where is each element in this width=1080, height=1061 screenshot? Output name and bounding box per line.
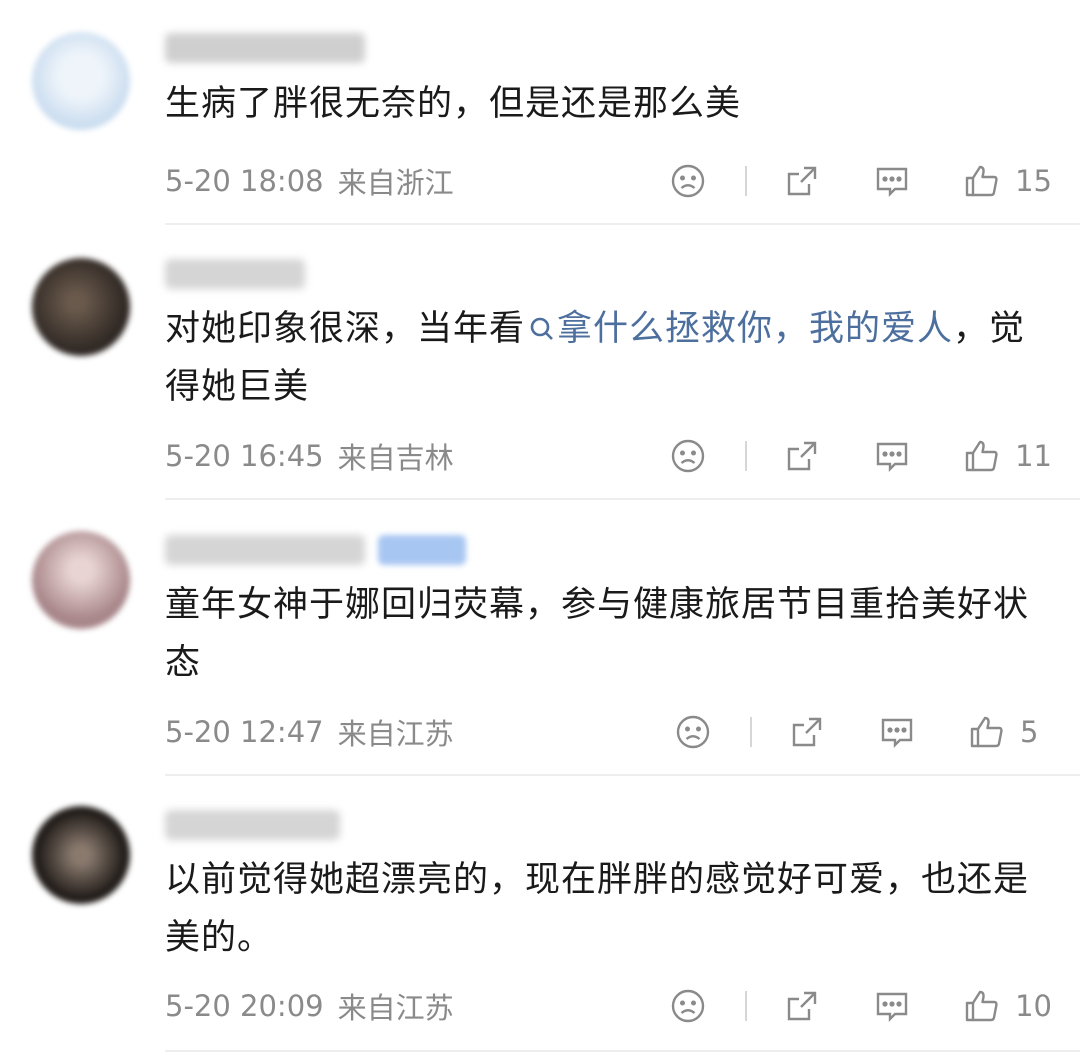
- username-blurred[interactable]: [165, 810, 340, 840]
- username-blurred[interactable]: [165, 535, 365, 565]
- sad-face-icon[interactable]: [669, 987, 707, 1025]
- avatar[interactable]: [32, 806, 130, 904]
- comment-icon[interactable]: [878, 713, 916, 751]
- sad-face-icon[interactable]: [669, 162, 707, 200]
- share-icon[interactable]: [783, 162, 821, 200]
- divider: [165, 1050, 1080, 1052]
- comment-location: 来自江苏: [337, 991, 454, 1025]
- action-divider: [745, 991, 748, 1021]
- like-count: 10: [1015, 989, 1052, 1023]
- like-count: 11: [1015, 439, 1052, 473]
- action-divider: [750, 717, 752, 747]
- comment-text-body: 以前觉得她超漂亮的，现在胖胖的感觉好可爱，也还是美的。: [165, 860, 1030, 958]
- comment-actions: 11: [669, 434, 1052, 478]
- comment-icon[interactable]: [873, 437, 911, 475]
- search-topic-text: 拿什么拯救你，我的爱人: [557, 309, 954, 349]
- username-blurred[interactable]: [165, 33, 365, 63]
- avatar[interactable]: [32, 32, 130, 130]
- share-icon[interactable]: [783, 437, 821, 475]
- comment-actions: 5: [674, 710, 1052, 754]
- action-divider: [745, 166, 748, 196]
- comment-text-body: 对她印象很深，当年看: [165, 309, 526, 349]
- share-icon[interactable]: [783, 987, 821, 1025]
- like-count: 15: [1015, 164, 1052, 198]
- comment-text: 对她印象很深，当年看 拿什么拯救你，我的爱人，觉得她巨美: [165, 300, 1045, 416]
- thumbs-up-icon[interactable]: [968, 713, 1006, 751]
- comment-actions: 15: [669, 159, 1052, 203]
- comment-icon[interactable]: [873, 987, 911, 1025]
- avatar[interactable]: [32, 258, 130, 356]
- comment-time: 5-20 12:47: [165, 715, 324, 749]
- thumbs-up-icon[interactable]: [963, 987, 1001, 1025]
- action-divider: [745, 441, 748, 471]
- avatar[interactable]: [32, 531, 130, 629]
- divider: [165, 774, 1080, 776]
- comment-location: 来自江苏: [337, 717, 454, 751]
- comment-time: 5-20 16:45: [165, 439, 324, 473]
- share-icon[interactable]: [788, 713, 826, 751]
- search-topic-link[interactable]: 拿什么拯救你，我的爱人: [525, 309, 953, 349]
- comment-text: 童年女神于娜回归荧幕，参与健康旅居节目重拾美好状态: [165, 576, 1045, 692]
- comment-icon[interactable]: [873, 162, 911, 200]
- divider: [165, 498, 1080, 500]
- divider: [165, 223, 1080, 225]
- comment-location: 来自吉林: [337, 441, 454, 475]
- search-icon: [530, 317, 553, 340]
- comment-location: 来自浙江: [337, 166, 454, 200]
- comment-list: 生病了胖很无奈的，但是还是那么美 5-20 18:08 来自浙江 15 对她印象…: [0, 0, 1080, 1061]
- like-count: 5: [1020, 715, 1039, 749]
- sad-face-icon[interactable]: [674, 713, 712, 751]
- username-blurred[interactable]: [165, 259, 305, 289]
- thumbs-up-icon[interactable]: [963, 162, 1001, 200]
- user-badge: [378, 535, 466, 565]
- sad-face-icon[interactable]: [669, 437, 707, 475]
- comment-text: 以前觉得她超漂亮的，现在胖胖的感觉好可爱，也还是美的。: [165, 851, 1045, 967]
- comment-actions: 10: [669, 984, 1052, 1028]
- comment-text: 生病了胖很无奈的，但是还是那么美: [165, 75, 1045, 133]
- thumbs-up-icon[interactable]: [963, 437, 1001, 475]
- comment-time: 5-20 20:09: [165, 989, 324, 1023]
- comment-text-body: 童年女神于娜回归荧幕，参与健康旅居节目重拾美好状态: [165, 585, 1030, 683]
- comment-time: 5-20 18:08: [165, 164, 324, 198]
- comment-text-body: 生病了胖很无奈的，但是还是那么美: [165, 84, 742, 124]
